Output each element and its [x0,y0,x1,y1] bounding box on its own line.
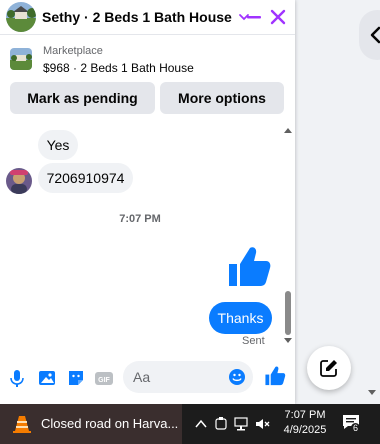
traffic-cone-icon [13,416,31,433]
message-scrollbar[interactable] [284,126,292,344]
onedrive-icon[interactable] [213,416,229,432]
sticker-icon[interactable] [66,368,86,388]
received-message: 7206910974 [38,163,133,193]
volume-muted-icon[interactable] [254,416,270,432]
message-list: Yes 7206910974 7:07 PM Thanks Sent [0,122,295,350]
gif-icon[interactable]: GIF [94,368,114,388]
traffic-notice[interactable]: Closed road on Harva... [0,404,182,444]
notification-center[interactable]: 6 [342,414,364,436]
network-icon[interactable] [233,416,249,432]
side-panel-toggle[interactable] [359,10,380,60]
new-message-button[interactable] [307,346,351,390]
traffic-notice-text: Closed road on Harva... [41,416,179,431]
clock-time: 7:07 PM [284,409,326,421]
sent-message: Thanks [209,302,272,334]
listing-title: $968 · 2 Beds 1 Bath House [43,61,194,75]
header-divider [0,34,295,35]
chevron-up-icon[interactable] [193,416,209,432]
notification-count: 6 [351,423,361,434]
thumbs-up-icon [229,247,271,286]
windows-taskbar: Closed road on Harva... 7:07 PM 4/9/2025… [0,404,380,444]
thumbs-up-icon[interactable] [264,365,286,387]
page-scroll-down[interactable] [367,384,377,398]
photo-icon[interactable] [37,368,57,388]
marketplace-label: Marketplace [43,45,103,57]
emoji-icon[interactable] [228,368,246,386]
marketplace-listing[interactable]: Marketplace $968 · 2 Beds 1 Bath House [10,44,194,76]
received-message: Yes [38,130,78,160]
taskbar-clock[interactable]: 7:07 PM 4/9/2025 [282,408,328,438]
listing-thumbnail [10,48,32,70]
contact-name[interactable]: Sethy · 2 Beds 1 Bath House [42,9,232,25]
sent-status: Sent [242,335,265,347]
message-composer: GIF Aa [0,358,295,398]
minimize-icon[interactable] [245,8,263,26]
compose-icon [320,360,337,377]
svg-text:GIF: GIF [98,377,110,384]
microphone-icon[interactable] [7,368,27,388]
contact-message-avatar[interactable] [6,168,32,194]
close-icon[interactable] [269,8,287,26]
more-options-button[interactable]: More options [160,82,284,114]
clock-date: 4/9/2025 [283,424,327,436]
time-separator: 7:07 PM [119,213,161,225]
contact-avatar[interactable] [6,2,36,32]
chat-header: Sethy · 2 Beds 1 Bath House [0,0,295,34]
mark-pending-button[interactable]: Mark as pending [10,82,155,114]
chat-window: Sethy · 2 Beds 1 Bath House Marketplace … [0,0,295,404]
